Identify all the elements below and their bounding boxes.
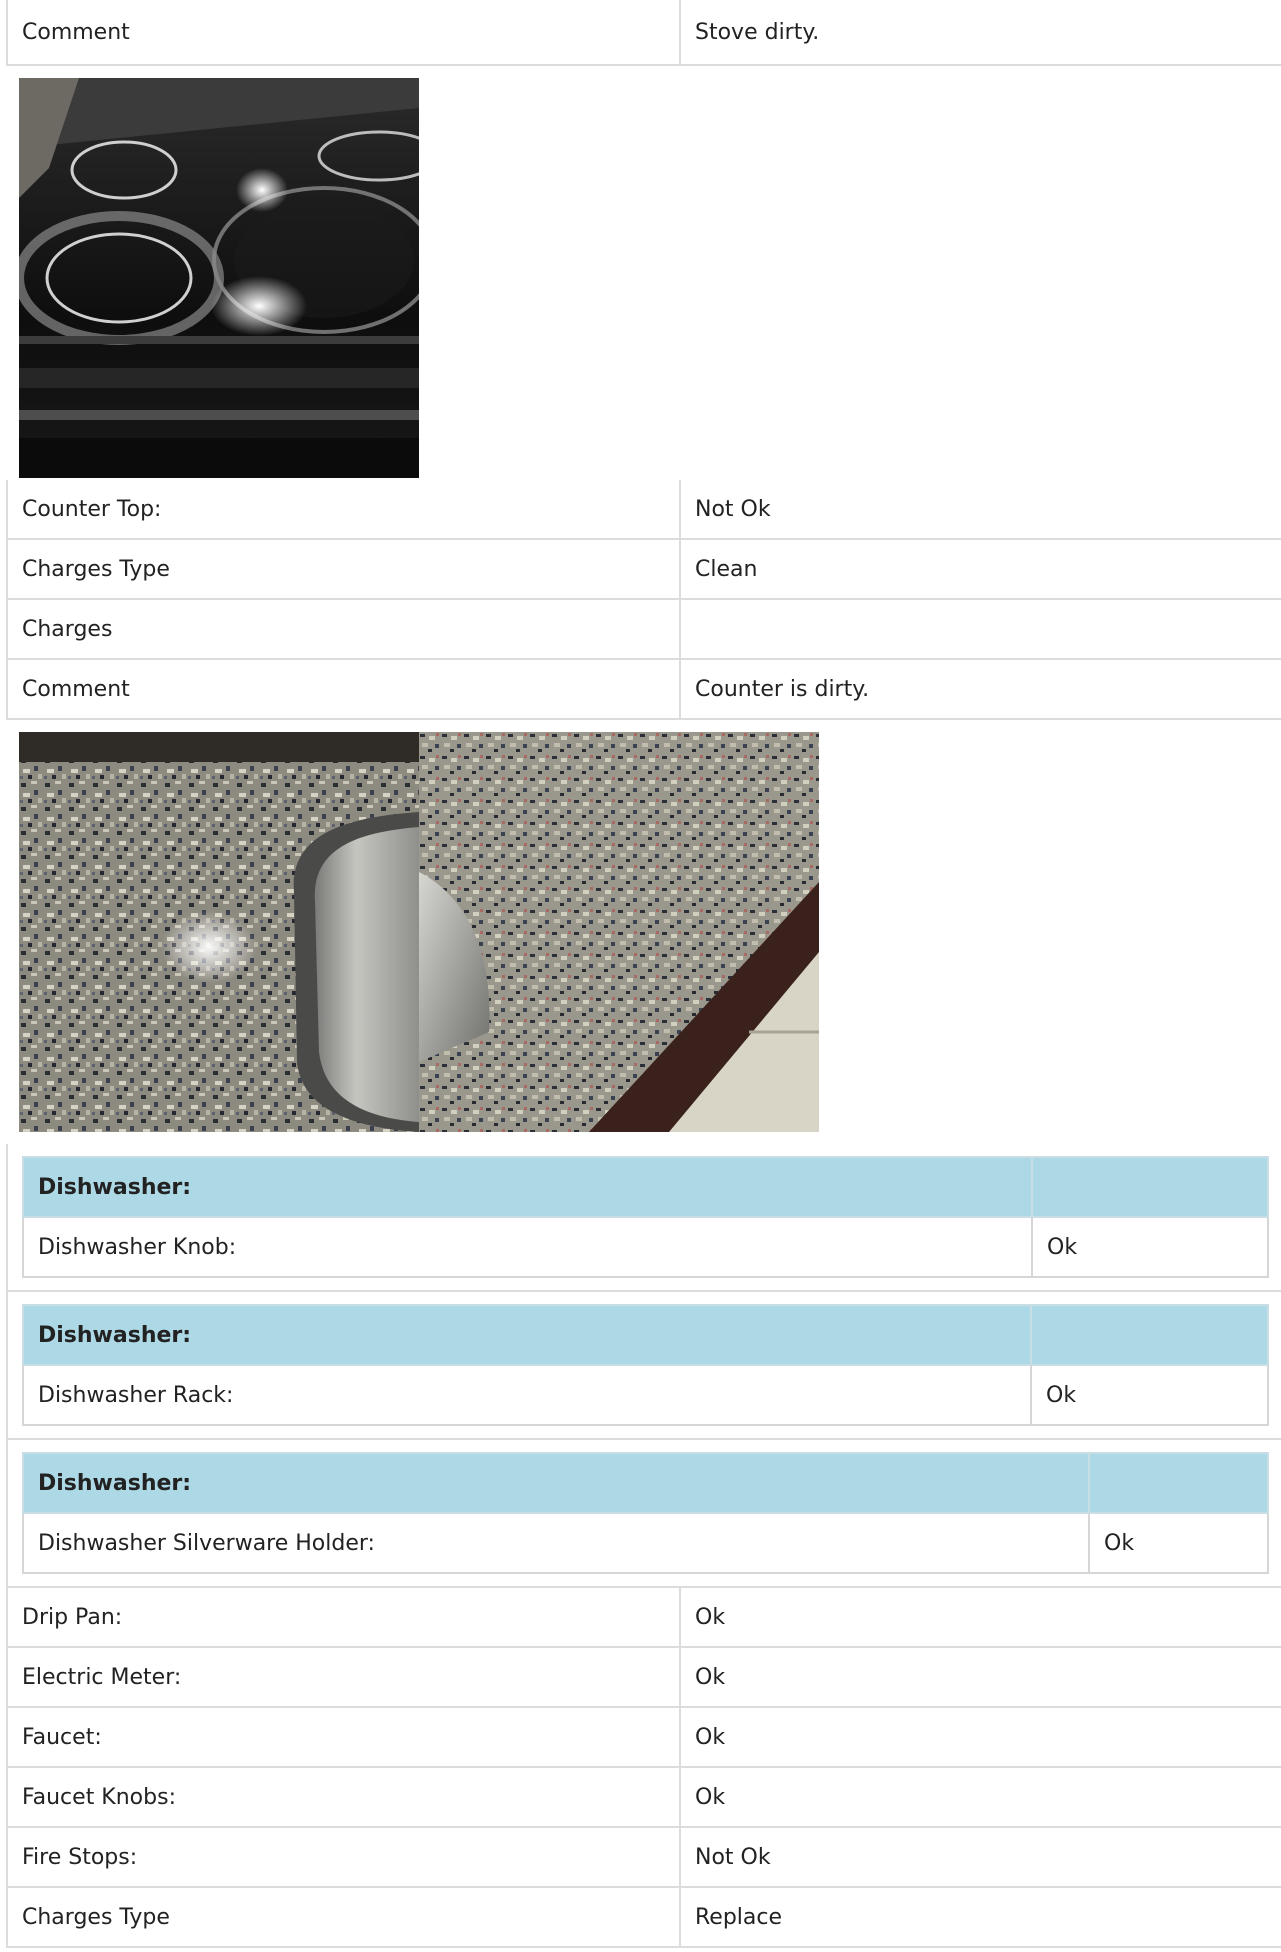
stove-photo[interactable] [19, 78, 419, 478]
row-value: Ok [679, 1767, 1281, 1828]
row-value: Counter is dirty. [679, 659, 1281, 720]
dishwasher-group-rack: Dishwasher: Dishwasher Rack: Ok [6, 1292, 1281, 1440]
row-value: Not Ok [679, 480, 1281, 540]
row-value: Clean [679, 539, 1281, 600]
dishwasher-table: Dishwasher: Dishwasher Rack: Ok [22, 1304, 1269, 1426]
group-header-row: Dishwasher: [22, 1304, 1269, 1366]
row-value: Ok [1031, 1216, 1269, 1278]
row-label: Fire Stops: [6, 1827, 680, 1888]
group-header-empty [1031, 1156, 1269, 1218]
row-label: Counter Top: [6, 480, 680, 540]
counter-photo-2[interactable] [419, 732, 819, 1132]
row-label: Comment [6, 0, 680, 66]
row-label: Electric Meter: [6, 1647, 680, 1708]
group-header: Dishwasher: [22, 1156, 1033, 1218]
dishwasher-table: Dishwasher: Dishwasher Silverware Holder… [22, 1452, 1269, 1574]
group-header-empty [1088, 1452, 1269, 1514]
row-label: Comment [6, 659, 680, 720]
row-label: Dishwasher Knob: [22, 1216, 1033, 1278]
table-row: Dishwasher Knob: Ok [22, 1216, 1269, 1278]
stove-comment-table: Comment Stove dirty. [6, 0, 1281, 66]
dishwasher-table: Dishwasher: Dishwasher Knob: Ok [22, 1156, 1269, 1278]
counter-photo-1[interactable] [19, 732, 419, 1132]
counter-table: Counter Top: Not Ok Charges Type Clean C… [6, 480, 1281, 720]
dishwasher-group-silverware: Dishwasher: Dishwasher Silverware Holder… [6, 1440, 1281, 1588]
table-row: Dishwasher Rack: Ok [22, 1364, 1269, 1426]
table-row: Charges [6, 599, 1281, 660]
table-row: Counter Top: Not Ok [6, 480, 1281, 540]
table-row: Drip Pan: Ok [6, 1588, 1281, 1648]
row-value: Ok [679, 1588, 1281, 1648]
group-header: Dishwasher: [22, 1452, 1090, 1514]
row-label: Faucet Knobs: [6, 1767, 680, 1828]
inspection-report: Comment Stove dirty. Counter Top: Not Ok… [6, 0, 1281, 1948]
row-value: Ok [1088, 1512, 1269, 1574]
row-value: Ok [1030, 1364, 1269, 1426]
row-label: Charges [6, 599, 680, 660]
row-label: Charges Type [6, 539, 680, 600]
row-value: Ok [679, 1707, 1281, 1768]
table-row: Fire Stops: Not Ok [6, 1827, 1281, 1888]
group-header: Dishwasher: [22, 1304, 1032, 1366]
row-value: Stove dirty. [679, 0, 1281, 66]
table-row: Charges Type Replace [6, 1887, 1281, 1948]
row-value: Not Ok [679, 1827, 1281, 1888]
table-row: Comment Counter is dirty. [6, 659, 1281, 720]
stove-photo-row [6, 66, 1281, 480]
row-value: Replace [679, 1887, 1281, 1948]
row-label: Drip Pan: [6, 1588, 680, 1648]
row-label: Dishwasher Silverware Holder: [22, 1512, 1090, 1574]
dishwasher-group-knob: Dishwasher: Dishwasher Knob: Ok [6, 1144, 1281, 1292]
group-header-row: Dishwasher: [22, 1156, 1269, 1218]
row-label: Charges Type [6, 1887, 680, 1948]
row-label: Dishwasher Rack: [22, 1364, 1032, 1426]
row-label: Faucet: [6, 1707, 680, 1768]
row-value: Ok [679, 1647, 1281, 1708]
table-row: Faucet Knobs: Ok [6, 1767, 1281, 1828]
group-header-row: Dishwasher: [22, 1452, 1269, 1514]
table-row: Faucet: Ok [6, 1707, 1281, 1768]
group-header-empty [1030, 1304, 1269, 1366]
row-value [679, 599, 1281, 660]
table-row: Comment Stove dirty. [6, 0, 1281, 66]
table-row: Charges Type Clean [6, 539, 1281, 600]
bottom-table: Drip Pan: Ok Electric Meter: Ok Faucet: … [6, 1588, 1281, 1948]
table-row: Electric Meter: Ok [6, 1647, 1281, 1708]
counter-photo-row [6, 720, 1281, 1144]
table-row: Dishwasher Silverware Holder: Ok [22, 1512, 1269, 1574]
